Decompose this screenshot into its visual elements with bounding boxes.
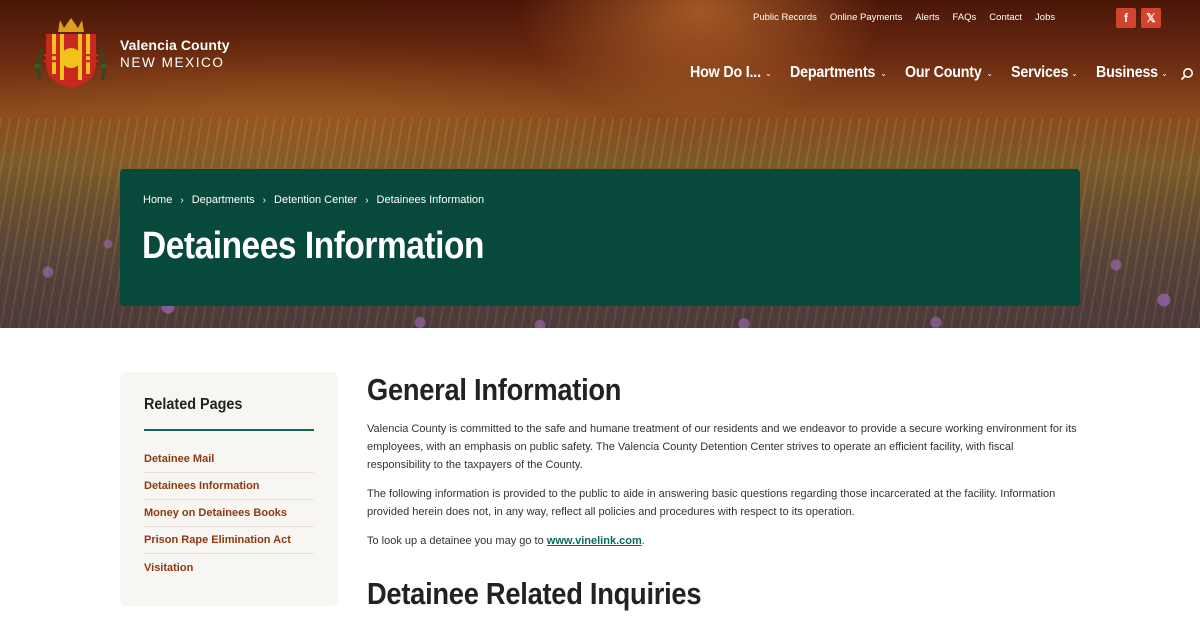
sidebar-link-detainee-mail[interactable]: Detainee Mail	[144, 453, 214, 465]
nav-label: Departments	[789, 64, 875, 81]
list-item: Visitation	[144, 554, 314, 581]
paragraph-lookup: To look up a detainee you may go to www.…	[367, 532, 1077, 550]
chevron-down-icon: ⌄	[765, 68, 772, 78]
section-heading-general-information: General Information	[367, 372, 622, 407]
nav-item-business[interactable]: Business ⌄	[1096, 64, 1168, 82]
list-item: Detainee Mail	[144, 446, 314, 473]
sidebar-link-detainees-information[interactable]: Detainees Information	[144, 480, 260, 492]
utility-link-contact[interactable]: Contact	[989, 12, 1022, 24]
breadcrumb: Home › Departments › Detention Center › …	[143, 194, 484, 206]
list-item: Prison Rape Elimination Act	[144, 527, 314, 554]
page-header-banner: Home › Departments › Detention Center › …	[120, 169, 1080, 306]
chevron-right-icon: ›	[180, 194, 184, 206]
sidebar-link-prea[interactable]: Prison Rape Elimination Act	[144, 534, 291, 546]
vinelink-link[interactable]: www.vinelink.com	[547, 535, 642, 547]
breadcrumb-current: Detainees Information	[376, 194, 485, 206]
chevron-down-icon: ⌄	[880, 68, 887, 78]
utility-link-online-payments[interactable]: Online Payments	[830, 12, 902, 24]
chevron-right-icon: ›	[365, 194, 369, 206]
nav-item-departments[interactable]: Departments ⌄	[790, 64, 887, 82]
paragraph-disclaimer: The following information is provided to…	[367, 488, 1056, 518]
sidebar-divider	[144, 429, 314, 431]
nav-label: Business	[1095, 64, 1158, 81]
nav-label: Services	[1010, 64, 1069, 81]
nav-label: How Do I...	[690, 64, 761, 81]
list-item: Detainees Information	[144, 473, 314, 500]
site-state: NEW MEXICO	[120, 54, 225, 70]
utility-link-faqs[interactable]: FAQs	[953, 12, 977, 24]
chevron-down-icon: ⌄	[1161, 68, 1168, 78]
county-seal-icon	[30, 14, 112, 92]
utility-link-alerts[interactable]: Alerts	[915, 12, 939, 24]
related-pages-list: Detainee Mail Detainees Information Mone…	[144, 446, 314, 581]
chevron-down-icon: ⌄	[986, 68, 993, 78]
facebook-icon[interactable]: f	[1116, 8, 1136, 28]
nav-item-services[interactable]: Services ⌄	[1011, 64, 1078, 82]
sidebar-link-visitation[interactable]: Visitation	[144, 562, 193, 574]
lookup-suffix: .	[641, 535, 645, 547]
section-heading-inquiries: Detainee Related Inquiries	[367, 576, 702, 611]
utility-nav: Public Records Online Payments Alerts FA…	[753, 12, 1068, 24]
utility-link-public-records[interactable]: Public Records	[753, 12, 817, 24]
search-icon[interactable]	[1180, 66, 1194, 81]
main-content: General Information Valencia County is c…	[367, 372, 1077, 612]
sidebar-title: Related Pages	[144, 396, 243, 413]
site-name: Valencia County	[120, 36, 230, 53]
breadcrumb-detention-center[interactable]: Detention Center	[274, 194, 357, 206]
x-icon[interactable]: 𝕏	[1141, 8, 1161, 28]
page-title: Detainees Information	[142, 225, 484, 267]
related-pages-sidebar: Related Pages Detainee Mail Detainees In…	[120, 372, 338, 606]
list-item: Money on Detainees Books	[144, 500, 314, 527]
lookup-text: To look up a detainee you may go to	[367, 535, 547, 547]
nav-item-how-do-i[interactable]: How Do I... ⌄	[690, 64, 772, 82]
utility-link-jobs[interactable]: Jobs	[1035, 12, 1055, 24]
main-nav: How Do I... ⌄ Departments ⌄ Our County ⌄…	[690, 64, 1194, 82]
paragraph-intro: Valencia County is committed to the safe…	[367, 423, 1077, 471]
site-logo[interactable]: Valencia County NEW MEXICO	[30, 14, 240, 92]
chevron-down-icon: ⌄	[1071, 68, 1078, 78]
nav-item-our-county[interactable]: Our County ⌄	[905, 64, 993, 82]
social-links: f 𝕏	[1116, 8, 1161, 28]
breadcrumb-home[interactable]: Home	[143, 194, 172, 206]
breadcrumb-departments[interactable]: Departments	[192, 194, 255, 206]
nav-label: Our County	[905, 64, 982, 81]
sidebar-link-money-on-books[interactable]: Money on Detainees Books	[144, 507, 287, 519]
chevron-right-icon: ›	[262, 194, 267, 206]
